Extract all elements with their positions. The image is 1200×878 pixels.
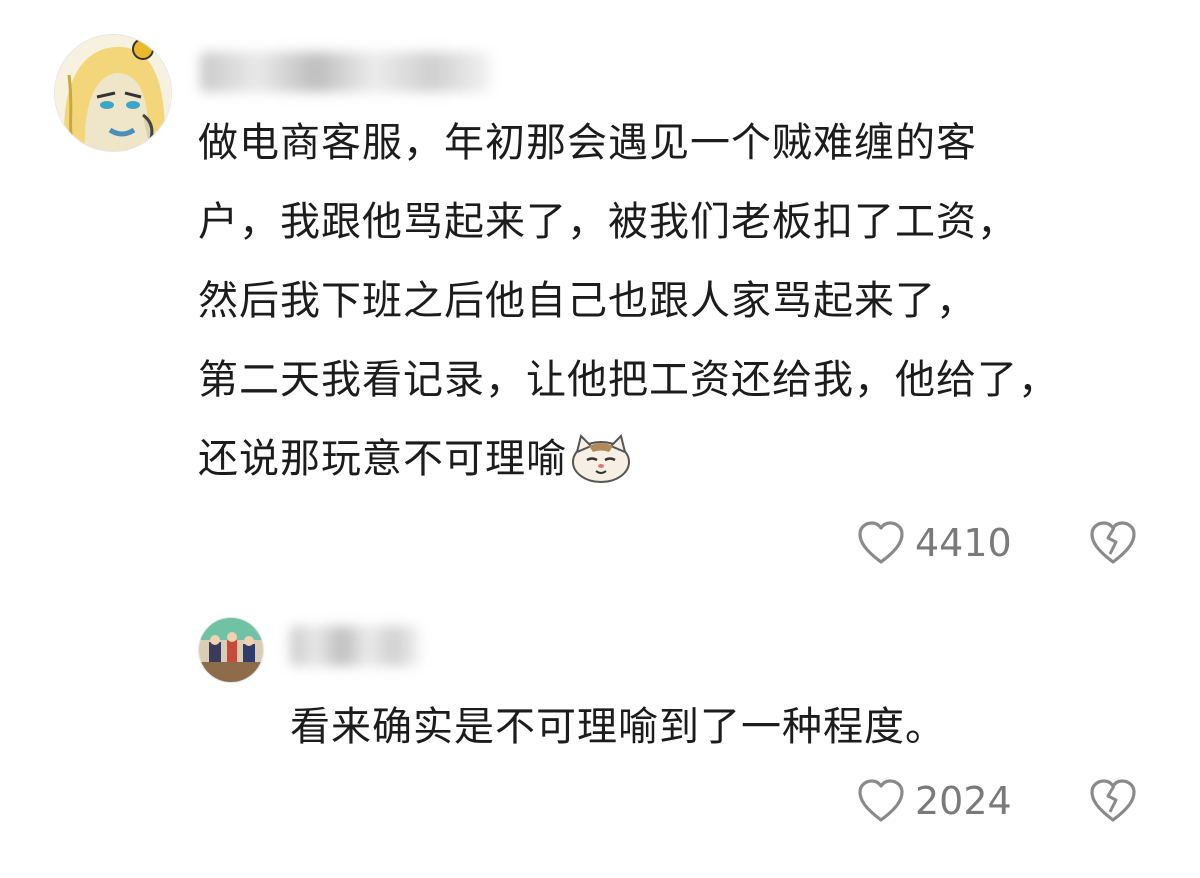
username-blurred[interactable] [200,52,490,92]
comment-item: 做电商客服，年初那会遇见一个贼难缠的客 户，我跟他骂起来了，被我们老板扣了工资，… [0,0,1200,600]
heart-outline-icon [857,520,905,566]
comment-line: 然后我下班之后他自己也跟人家骂起来了， [198,278,977,324]
like-button[interactable]: 4410 [857,520,1012,566]
broken-heart-icon [1088,520,1138,566]
comment-line: 做电商客服，年初那会遇见一个贼难缠的客 [198,120,977,166]
like-button[interactable]: 2024 [857,778,1012,824]
dislike-button[interactable] [1088,520,1138,566]
reply-text: 看来确实是不可理喻到了一种程度。 [290,688,1170,767]
broken-heart-icon [1088,778,1138,824]
like-count: 2024 [915,779,1012,823]
cat-emoji-icon [571,432,631,484]
like-count: 4410 [915,521,1012,565]
comment-line: 看来确实是不可理喻到了一种程度。 [290,704,946,750]
avatar[interactable] [54,34,172,152]
comment-line: 户，我跟他骂起来了，被我们老板扣了工资， [198,199,1018,245]
avatar-image [199,618,263,682]
comment-text: 做电商客服，年初那会遇见一个贼难缠的客 户，我跟他骂起来了，被我们老板扣了工资，… [198,104,1188,499]
comment-line: 还说那玩意不可理喻 [198,436,567,482]
reply-item: 看来确实是不可理喻到了一种程度。 2024 [0,600,1200,878]
dislike-button[interactable] [1088,778,1138,824]
avatar[interactable] [198,617,264,683]
heart-outline-icon [857,778,905,824]
comment-line: 第二天我看记录，让他把工资还给我，他给了， [198,357,1059,403]
avatar-image [55,35,171,151]
username-blurred[interactable] [290,626,420,666]
